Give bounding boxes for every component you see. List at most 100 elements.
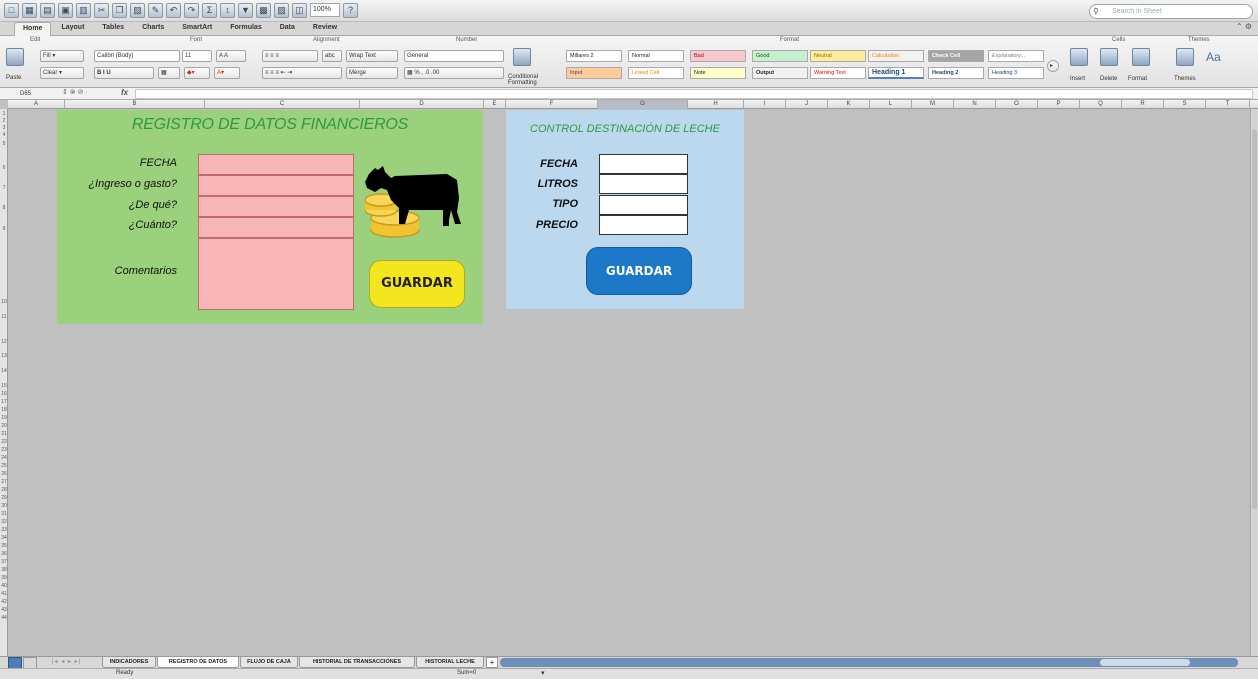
column-header-h[interactable]: H xyxy=(688,100,744,109)
formula-controls[interactable]: ⇕ ⊗ ⊘ · xyxy=(62,88,88,96)
column-header-b[interactable]: B xyxy=(65,100,205,109)
fx-icon[interactable]: fx xyxy=(121,88,128,97)
row-header[interactable]: 12 xyxy=(0,339,8,345)
tab-review[interactable]: Review xyxy=(305,22,345,36)
tab-formulas[interactable]: Formulas xyxy=(222,22,270,36)
filter-icon[interactable]: ▼ xyxy=(238,3,253,18)
merge-button[interactable]: Merge xyxy=(346,67,398,79)
halign-buttons[interactable]: ≡ ≡ ≡ ⇤ ⇥ xyxy=(262,67,342,79)
column-header-r[interactable]: R xyxy=(1122,100,1164,109)
font-size-select[interactable]: 11 xyxy=(182,50,212,62)
format-painter-icon[interactable]: ✎ xyxy=(148,3,163,18)
cuanto-input[interactable] xyxy=(198,217,354,238)
style-explanatory[interactable]: Explanatory... xyxy=(988,50,1044,62)
templates-icon[interactable]: ▦ xyxy=(22,3,37,18)
media-icon[interactable]: ◫ xyxy=(292,3,307,18)
row-header[interactable]: 27 xyxy=(0,479,8,485)
row-header[interactable]: 2 xyxy=(0,118,8,124)
font-name-select[interactable]: Calibri (Body) xyxy=(94,50,180,62)
row-header[interactable]: 35 xyxy=(0,543,8,549)
valign-buttons[interactable]: ≡ ≡ ≡ xyxy=(262,50,318,62)
column-header-g[interactable]: G xyxy=(598,100,688,109)
conditional-formatting-icon[interactable] xyxy=(513,48,531,66)
undo-icon[interactable]: ↶ xyxy=(166,3,181,18)
style-note[interactable]: Note xyxy=(690,67,746,79)
row-header[interactable]: 33 xyxy=(0,527,8,533)
row-header[interactable]: 28 xyxy=(0,487,8,493)
status-sum-dropdown-icon[interactable]: ▾ xyxy=(541,669,545,677)
column-header-f[interactable]: F xyxy=(506,100,598,109)
themes-icon[interactable] xyxy=(1176,48,1194,66)
save-icon[interactable]: ▣ xyxy=(58,3,73,18)
row-header[interactable]: 44 xyxy=(0,615,8,621)
style-normal[interactable]: Normal xyxy=(628,50,684,62)
font-color-button[interactable]: A▾ xyxy=(214,67,240,79)
style-input[interactable]: Input xyxy=(566,67,622,79)
toolbox-icon[interactable]: ▨ xyxy=(274,3,289,18)
paste-icon[interactable] xyxy=(6,48,24,66)
style-neutral[interactable]: Neutral xyxy=(810,50,866,62)
horizontal-scroll-thumb[interactable] xyxy=(1100,659,1190,666)
row-header[interactable]: 41 xyxy=(0,591,8,597)
column-header-s[interactable]: S xyxy=(1164,100,1206,109)
row-header[interactable]: 39 xyxy=(0,575,8,581)
milk-tipo-input[interactable] xyxy=(599,195,688,215)
tab-tables[interactable]: Tables xyxy=(94,22,132,36)
sheet-tab-historial-transacciones[interactable]: HISTORIAL DE TRANSACCIONES xyxy=(299,657,415,668)
column-header-i[interactable]: I xyxy=(744,100,786,109)
print-icon[interactable]: ▥ xyxy=(76,3,91,18)
row-header[interactable]: 3 xyxy=(0,125,8,131)
style-warning[interactable]: Warning Text xyxy=(810,67,866,79)
milk-fecha-input[interactable] xyxy=(599,154,688,174)
vertical-scroll-thumb[interactable] xyxy=(1252,129,1257,509)
number-format-select[interactable]: General xyxy=(404,50,504,62)
row-header[interactable]: 18 xyxy=(0,407,8,413)
row-header[interactable]: 24 xyxy=(0,455,8,461)
number-buttons[interactable]: ▦ % ‚ .0 .00 xyxy=(404,67,504,79)
column-header-l[interactable]: L xyxy=(870,100,912,109)
style-linked-cell[interactable]: Linked Cell xyxy=(628,67,684,79)
new-workbook-icon[interactable]: □ xyxy=(4,3,19,18)
sheet-tab-indicadores[interactable]: INDICADORES xyxy=(102,657,156,668)
insert-icon[interactable] xyxy=(1070,48,1088,66)
sheet-tab-flujo-de-caja[interactable]: FLUJO DE CAJA xyxy=(240,657,298,668)
de-que-input[interactable] xyxy=(198,196,354,217)
row-header[interactable]: 20 xyxy=(0,423,8,429)
row-header[interactable]: 21 xyxy=(0,431,8,437)
redo-icon[interactable]: ↷ xyxy=(184,3,199,18)
sort-icon[interactable]: ↕ xyxy=(220,3,235,18)
zoom-select[interactable]: 100% xyxy=(310,3,340,17)
font-grow-shrink[interactable]: A A xyxy=(216,50,246,62)
row-header[interactable]: 31 xyxy=(0,511,8,517)
delete-icon[interactable] xyxy=(1100,48,1118,66)
row-header[interactable]: 19 xyxy=(0,415,8,421)
style-heading-1[interactable]: Heading 1 xyxy=(868,67,924,79)
bold-italic-underline[interactable]: B I U xyxy=(94,67,154,79)
comentarios-input[interactable] xyxy=(198,238,354,310)
column-header-e[interactable]: E xyxy=(484,100,506,109)
tab-charts[interactable]: Charts xyxy=(134,22,172,36)
milk-precio-input[interactable] xyxy=(599,215,688,235)
cut-icon[interactable]: ✂ xyxy=(94,3,109,18)
style-output[interactable]: Output xyxy=(752,67,808,79)
paste-small-icon[interactable]: ▧ xyxy=(130,3,145,18)
style-check-cell[interactable]: Check Cell xyxy=(928,50,984,62)
orientation-button[interactable]: abc xyxy=(322,50,342,62)
row-header[interactable]: 22 xyxy=(0,439,8,445)
row-header[interactable]: 17 xyxy=(0,399,8,405)
tab-home[interactable]: Home xyxy=(14,22,52,36)
row-header[interactable]: 4 xyxy=(0,132,8,138)
autosum-icon[interactable]: Σ xyxy=(202,3,217,18)
column-header-k[interactable]: K xyxy=(828,100,870,109)
vertical-scrollbar[interactable] xyxy=(1250,109,1258,656)
fill-button[interactable]: Fill ▾ xyxy=(40,50,84,62)
column-header-c[interactable]: C xyxy=(205,100,360,109)
column-header-j[interactable]: J xyxy=(786,100,828,109)
theme-fonts-icon[interactable]: Aa xyxy=(1206,50,1221,64)
sheet-nav-arrows[interactable]: |◂ ◂ ▸ ▸| xyxy=(52,658,81,665)
copy-icon[interactable]: ❐ xyxy=(112,3,127,18)
fecha-input[interactable] xyxy=(198,154,354,175)
borders-button[interactable]: ▦ xyxy=(158,67,180,79)
wrap-text-button[interactable]: Wrap Text xyxy=(346,50,398,62)
style-good[interactable]: Good xyxy=(752,50,808,62)
